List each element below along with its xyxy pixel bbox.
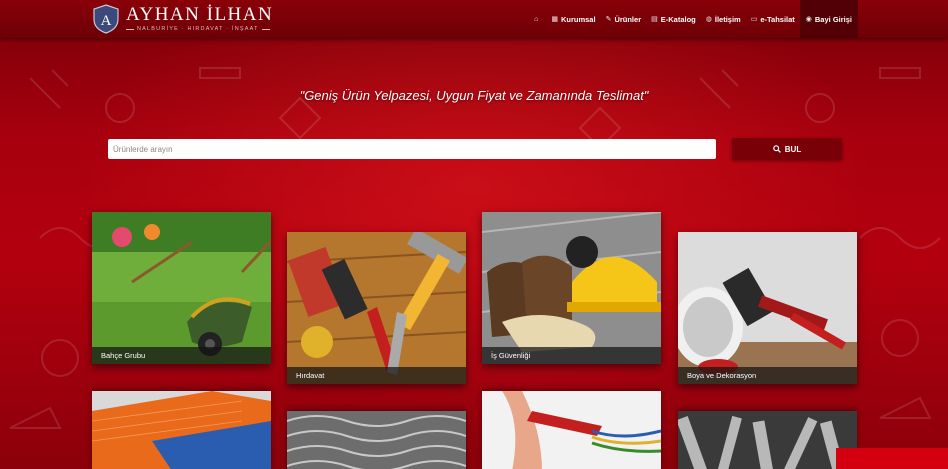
mesh-rolls-image xyxy=(92,391,271,469)
shield-logo-icon: A xyxy=(93,4,119,34)
nav-urunler[interactable]: ✎ Ürünler xyxy=(601,0,647,38)
garden-image xyxy=(92,212,271,364)
brand-title: AYHAN İLHAN xyxy=(126,4,274,25)
nav-label: E-Katalog xyxy=(660,14,696,24)
wrench-icon: ✎ xyxy=(605,16,612,23)
nav-iletisim[interactable]: ◍ İletişim xyxy=(701,0,746,38)
paint-decoration-image xyxy=(678,232,857,384)
search-button-label: BUL xyxy=(784,144,802,154)
category-card-boya[interactable]: Boya ve Dekorasyon xyxy=(678,232,857,384)
product-search-input[interactable] xyxy=(108,139,716,159)
category-card-hirdavat[interactable]: Hırdavat xyxy=(287,232,466,384)
category-card-row2-3[interactable] xyxy=(482,391,661,469)
category-card-row2-4[interactable] xyxy=(678,411,857,469)
top-navbar: A AYHAN İLHAN NALBURİYE · HIRDAVAT · İNŞ… xyxy=(0,0,948,38)
nav-label: e-Tahsilat xyxy=(760,14,795,24)
nav-label: İletişim xyxy=(714,14,741,24)
hardware-tools-image xyxy=(287,232,466,384)
user-icon: ◉ xyxy=(805,16,812,23)
book-icon: ▤ xyxy=(651,16,658,23)
category-label: Boya ve Dekorasyon xyxy=(678,367,857,384)
nav-ekatalog[interactable]: ▤ E-Katalog xyxy=(646,0,701,38)
search-button[interactable]: BUL xyxy=(732,138,842,160)
hero-slogan: "Geniş Ürün Yelpazesi, Uygun Fiyat ve Za… xyxy=(299,88,649,103)
home-icon: ⌂ xyxy=(534,15,539,23)
electrical-image xyxy=(482,391,661,469)
nav-label: Bayi Girişi xyxy=(814,14,852,24)
category-card-is-guvenligi[interactable]: İş Güvenliği xyxy=(482,212,661,364)
hand-tools-image xyxy=(678,411,857,469)
brand-subtitle: NALBURİYE · HIRDAVAT · İNŞAAT xyxy=(126,25,273,33)
nav-etahsilat[interactable]: ▭ e-Tahsilat xyxy=(746,0,800,38)
globe-icon: ◍ xyxy=(705,16,712,23)
category-label: İş Güvenliği xyxy=(482,347,661,364)
work-safety-image xyxy=(482,212,661,364)
category-card-bahce[interactable]: Bahçe Grubu xyxy=(92,212,271,364)
svg-text:A: A xyxy=(101,13,112,29)
search-icon xyxy=(772,145,781,153)
category-card-row2-1[interactable] xyxy=(92,391,271,469)
main-nav: ⌂ ▦ Kurumsal ✎ Ürünler ▤ E-Katalog ◍ İle… xyxy=(529,0,858,38)
nav-label: Ürünler xyxy=(614,14,642,24)
nav-bayi-girisi[interactable]: ◉ Bayi Girişi xyxy=(799,0,858,38)
category-label: Bahçe Grubu xyxy=(92,347,271,364)
wire-image xyxy=(287,411,466,469)
building-icon: ▦ xyxy=(551,16,558,23)
category-label: Hırdavat xyxy=(287,367,466,384)
nav-label: Kurumsal xyxy=(560,14,596,24)
category-card-row2-2[interactable] xyxy=(287,411,466,469)
nav-home[interactable]: ⌂ xyxy=(529,0,546,38)
floating-red-panel[interactable] xyxy=(836,448,948,469)
card-icon: ▭ xyxy=(750,16,758,23)
brand-logo[interactable]: A AYHAN İLHAN NALBURİYE · HIRDAVAT · İNŞ… xyxy=(92,4,273,34)
nav-kurumsal[interactable]: ▦ Kurumsal xyxy=(546,0,600,38)
